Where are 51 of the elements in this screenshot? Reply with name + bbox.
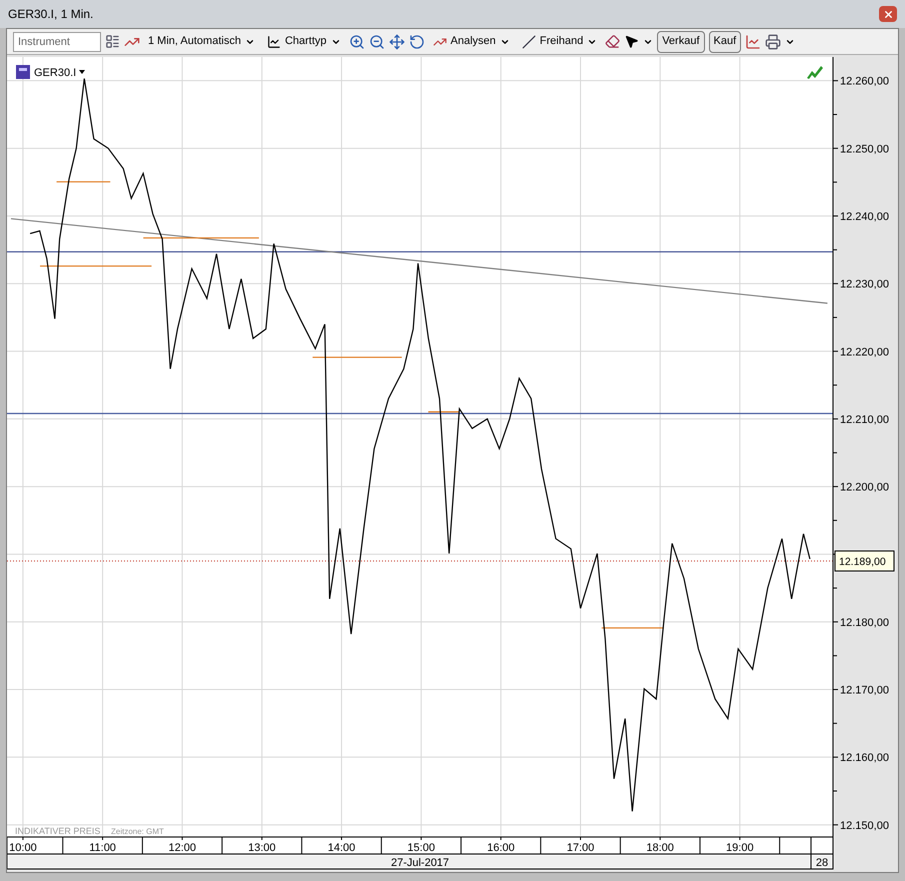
line-tool-icon (522, 34, 536, 48)
axis-tick-label: 12.170,00 (840, 684, 889, 697)
axis-tick-label: 12.220,00 (840, 346, 889, 358)
axis-tick-label: 12.160,00 (840, 752, 889, 764)
pan-icon[interactable] (388, 34, 405, 50)
freehand-button[interactable]: Freihand (518, 30, 602, 52)
axis-tick-label: 15:00 (407, 842, 435, 854)
window-title: GER30.I, 1 Min. (8, 6, 94, 23)
axis-tick-label: 17:00 (566, 842, 594, 854)
caret-icon[interactable] (79, 70, 85, 74)
axis-tick-label: 10:00 (9, 842, 37, 854)
pointer-icon[interactable] (624, 34, 640, 49)
indicative-price-note: INDIKATIVER PREIS (15, 826, 100, 836)
interval-dropdown[interactable]: 1 Min, Automatisch (144, 30, 259, 52)
axis-tick-label: 16:00 (487, 842, 515, 854)
axis-tick-label: 12.150,00 (840, 820, 889, 832)
close-icon (882, 8, 894, 20)
axis-tick-label: 12.240,00 (840, 210, 889, 223)
close-button[interactable] (879, 6, 897, 22)
buy-button[interactable]: Kauf (708, 30, 742, 52)
analyses-button[interactable]: Analysen (428, 30, 514, 52)
axis-tick-label: 12.200,00 (840, 482, 889, 494)
timezone-note: Zeitzone: GMT (111, 827, 164, 836)
axis-tick-label: 12:00 (168, 842, 196, 854)
axis-tick-label: 19:00 (726, 842, 754, 854)
cfd-icon (16, 65, 30, 79)
instrument-field[interactable]: Instrument (13, 32, 101, 52)
axis-tick-label: 12.210,00 (840, 414, 889, 426)
chart-settings-icon[interactable] (745, 34, 762, 50)
line-chart-icon (266, 34, 281, 48)
axis-tick-label: 12.230,00 (840, 278, 889, 291)
axis-tick-label: 11:00 (89, 842, 116, 854)
last-price-label: 12.189,00 (839, 556, 886, 568)
axis-tick-label: 12.260,00 (840, 76, 889, 88)
axis-tick-label: 12.180,00 (840, 616, 889, 629)
instrument-label[interactable]: GER30.I (34, 67, 76, 79)
chart-type-button[interactable]: Charttyp (262, 30, 345, 52)
list-icon[interactable] (105, 34, 120, 49)
sell-button[interactable]: Verkauf (657, 30, 705, 52)
eraser-icon[interactable] (605, 34, 620, 49)
trend-up-icon (807, 66, 823, 79)
next-day-label: 28 (816, 857, 828, 869)
reset-icon[interactable] (408, 34, 425, 50)
zoom-out-icon[interactable] (368, 34, 385, 50)
axis-tick-label: 18:00 (646, 842, 674, 854)
date-label: 27-Jul-2017 (390, 857, 450, 869)
axis-tick-label: 14:00 (328, 842, 356, 854)
axis-tick-label: 13:00 (248, 842, 276, 854)
axis-tick-label: 12.250,00 (840, 143, 889, 156)
zoom-in-icon[interactable] (348, 34, 365, 50)
print-icon[interactable] (765, 34, 782, 50)
